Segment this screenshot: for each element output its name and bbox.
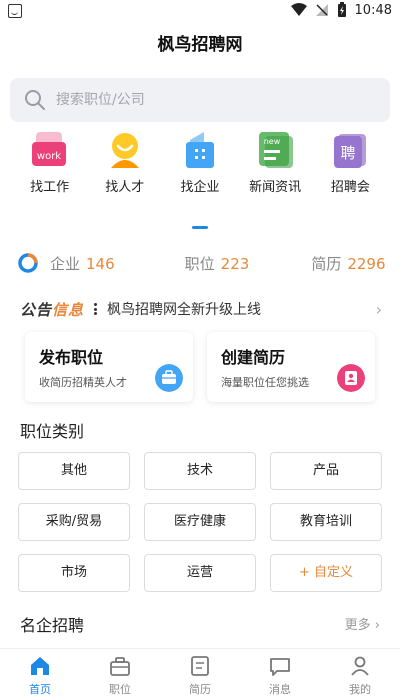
nav-label: 招聘会: [330, 180, 370, 195]
more-label: 更多: [344, 618, 371, 633]
stat-value: 2296: [347, 254, 386, 273]
tab-me[interactable]: 我的: [320, 649, 400, 700]
notice-logo: 公告信息: [20, 300, 85, 319]
category-item[interactable]: 采购/贸易: [18, 503, 130, 541]
page-indicator: [192, 226, 208, 229]
create-resume-card[interactable]: 创建简历 海量职位任您挑选: [207, 332, 375, 402]
notification-icon: [8, 4, 22, 18]
stats-bar: 企业 146 职位 223 简历 2296: [10, 240, 390, 286]
home-icon: [31, 657, 49, 675]
job-fair-icon: 聘: [334, 134, 367, 168]
no-signal-icon: [315, 4, 328, 16]
nav-news[interactable]: new 新闻资讯: [243, 130, 307, 200]
card-title: 发布职位: [39, 348, 104, 367]
svg-text:work: work: [36, 151, 60, 162]
nav-find-company[interactable]: 找企业: [168, 130, 232, 200]
notice-text: 枫鸟招聘网全新升级上线: [107, 302, 262, 318]
nav-label: 找人才: [105, 180, 145, 195]
briefcase-icon: [110, 657, 130, 676]
search-icon: [25, 90, 45, 110]
tab-bar: 首页 职位 简历 消息 我的: [0, 648, 400, 700]
quick-nav: work 找工作 找人才 找企业 new 新闻资讯 聘 招聘会: [0, 130, 400, 200]
stat-label: 企业: [50, 254, 81, 273]
tab-jobs[interactable]: 职位: [80, 649, 160, 700]
card-title: 创建简历: [221, 348, 286, 367]
wifi-icon: [290, 3, 307, 16]
action-cards: 发布职位 收简历招精英人才 创建简历 海量职位任您挑选: [0, 330, 400, 404]
svg-text:聘: 聘: [341, 144, 356, 162]
resume-icon: [191, 656, 209, 676]
svg-text:new: new: [264, 137, 281, 146]
category-item[interactable]: 市场: [18, 554, 130, 592]
nav-label: 新闻资讯: [249, 180, 302, 195]
stat-label: 职位: [184, 254, 215, 273]
chart-logo-icon: [18, 253, 38, 273]
more-link[interactable]: 更多 ›: [345, 614, 380, 633]
nav-label: 找企业: [180, 180, 220, 195]
notice-bar[interactable]: 公告信息 枫鸟招聘网全新升级上线 ›: [0, 294, 400, 324]
work-icon: work: [31, 132, 66, 166]
stat-value: 146: [86, 254, 115, 273]
category-item[interactable]: 教育培训: [270, 503, 382, 541]
nav-job-fair[interactable]: 聘 招聘会: [318, 130, 382, 200]
status-bar: 10:48: [0, 0, 400, 24]
nav-find-job[interactable]: work 找工作: [18, 130, 82, 200]
talent-icon: [110, 133, 139, 168]
category-item[interactable]: 技术: [144, 452, 256, 490]
tab-label: 简历: [189, 683, 211, 696]
resume-icon: [337, 364, 365, 392]
stat-label: 简历: [311, 254, 342, 273]
nav-label: 找工作: [30, 180, 70, 195]
user-icon: [351, 656, 369, 676]
category-item[interactable]: 医疗健康: [144, 503, 256, 541]
post-job-card[interactable]: 发布职位 收简历招精英人才: [25, 332, 193, 402]
message-icon: [270, 658, 290, 676]
separator: [94, 303, 98, 315]
chevron-right-icon: ›: [375, 300, 382, 319]
tab-label: 消息: [269, 683, 291, 696]
section-title-famous: 名企招聘: [20, 616, 85, 635]
search-input[interactable]: [56, 92, 356, 108]
nav-find-talent[interactable]: 找人才: [93, 130, 157, 200]
search-bar[interactable]: [10, 78, 390, 122]
battery-icon: [337, 2, 346, 17]
briefcase-icon: [155, 364, 183, 392]
tab-label: 职位: [109, 683, 131, 696]
tab-resume[interactable]: 简历: [160, 649, 240, 700]
stat-value: 223: [220, 254, 250, 273]
category-custom-button[interactable]: + 自定义: [270, 554, 382, 592]
page-title: 枫鸟招聘网: [157, 35, 243, 55]
stat-companies[interactable]: 企业 146: [50, 253, 115, 274]
section-title-categories: 职位类别: [20, 422, 85, 441]
clock: 10:48: [354, 2, 392, 18]
tab-messages[interactable]: 消息: [240, 649, 320, 700]
tab-label: 首页: [29, 683, 51, 696]
tab-label: 我的: [349, 683, 371, 696]
stat-resumes[interactable]: 简历 2296: [311, 253, 385, 274]
company-icon: [185, 132, 214, 168]
news-icon: new: [259, 132, 294, 168]
stat-jobs[interactable]: 职位 223: [185, 253, 250, 274]
status-icons: 10:48: [290, 2, 392, 18]
category-item[interactable]: 产品: [270, 452, 382, 490]
category-item[interactable]: 其他: [18, 452, 130, 490]
category-item[interactable]: 运营: [144, 554, 256, 592]
tab-home[interactable]: 首页: [0, 649, 80, 700]
